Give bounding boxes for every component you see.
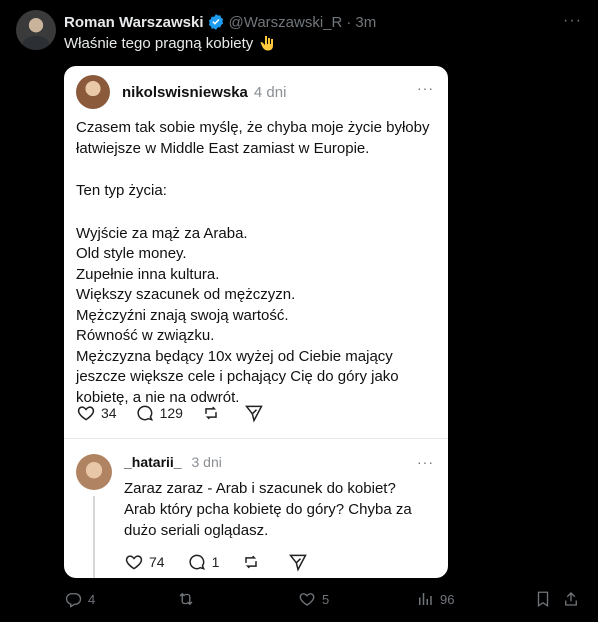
reply-time[interactable]: 3 dni	[191, 454, 221, 470]
thread-line	[93, 496, 95, 578]
views-count: 96	[440, 591, 455, 607]
reply-button[interactable]: 4	[64, 590, 95, 608]
reply-more-icon[interactable]: ···	[417, 454, 434, 470]
share-button[interactable]	[562, 590, 586, 608]
quoted-paragraph: Czasem tak sobie myślę, że chyba moje ży…	[76, 119, 430, 157]
quoted-more-icon[interactable]: ···	[417, 80, 434, 96]
heart-icon	[77, 406, 95, 421]
repost-icon	[179, 592, 193, 606]
send-icon	[244, 405, 263, 423]
share-button[interactable]	[288, 552, 313, 572]
quoted-post-card[interactable]: nikolswisniewska 4 dni ··· Czasem tak so…	[64, 66, 448, 578]
quoted-post-time[interactable]: 4 dni	[254, 84, 287, 101]
bookmark-icon	[537, 591, 549, 608]
tweet-action-bar: 4 5 96	[64, 588, 582, 612]
verified-badge-icon	[208, 14, 223, 30]
reply-count: 129	[159, 405, 183, 421]
quoted-post-body: Czasem tak sobie myślę, że chyba moje ży…	[76, 118, 436, 408]
quoted-actions: 34 129	[76, 403, 287, 423]
like-button[interactable]: 74	[124, 552, 165, 572]
quoted-user-avatar[interactable]	[76, 75, 110, 109]
like-count: 5	[322, 591, 330, 607]
views-button[interactable]: 96	[416, 590, 454, 608]
reply-user-avatar[interactable]	[76, 454, 112, 490]
quoted-line: Równość w związku.	[76, 327, 215, 344]
heart-icon	[125, 555, 143, 570]
quoted-user-name[interactable]: nikolswisniewska	[122, 84, 248, 101]
quoted-paragraph: Ten typ życia:	[76, 182, 167, 199]
tweet-time[interactable]: 3m	[355, 14, 376, 31]
repost-button[interactable]	[201, 403, 226, 423]
quoted-line: Mężczyźni znają swoją wartość.	[76, 306, 289, 324]
like-button[interactable]: 5	[298, 590, 329, 608]
comment-icon	[188, 554, 205, 570]
quoted-line: Wyjście za mąż za Araba.	[76, 224, 248, 242]
upload-icon	[565, 592, 577, 606]
like-button[interactable]: 34	[76, 403, 117, 423]
like-count: 34	[101, 405, 117, 421]
author-avatar[interactable]	[16, 10, 56, 50]
comment-icon	[65, 593, 82, 608]
reply-button[interactable]: 129	[135, 403, 183, 423]
reply-count: 4	[88, 591, 96, 607]
quoted-line: Mężczyzna będący 10x wyżej od Ciebie maj…	[76, 347, 399, 406]
reply-text: Zaraz zaraz - Arab i szacunek do kobiet?…	[124, 480, 412, 539]
quoted-post-header: nikolswisniewska 4 dni	[76, 72, 286, 112]
more-options-icon[interactable]: ···	[563, 12, 582, 30]
tweet-text-content: Właśnie tego pragną kobiety	[64, 35, 254, 52]
send-icon	[289, 554, 308, 572]
reply-count: 1	[211, 554, 220, 570]
reply-button[interactable]: 1	[187, 552, 220, 572]
author-handle[interactable]: @Warszawski_R	[229, 14, 343, 31]
comment-icon	[136, 405, 153, 421]
reply-actions: 74 1	[124, 552, 331, 572]
quoted-line: Większy szacunek od mężczyzn.	[76, 286, 296, 303]
author-name[interactable]: Roman Warszawski	[64, 14, 204, 31]
quoted-line: Zupełnie inna kultura.	[76, 265, 220, 283]
heart-icon	[299, 593, 315, 606]
bookmark-button[interactable]	[534, 590, 558, 608]
repost-button[interactable]	[177, 590, 201, 608]
reply-header: _hatarii_ 3 dni	[124, 454, 222, 470]
like-count: 74	[149, 554, 165, 570]
quoted-line: Old style money.	[76, 245, 187, 262]
pointing-down-emoji-icon	[260, 36, 274, 51]
repost-icon	[205, 406, 217, 420]
reply-user-name[interactable]: _hatarii_	[124, 454, 182, 470]
tweet-text: Właśnie tego pragną kobiety	[64, 35, 275, 52]
share-button[interactable]	[244, 403, 269, 423]
repost-icon	[245, 555, 258, 569]
divider	[64, 438, 448, 439]
repost-button[interactable]	[241, 552, 266, 572]
bar-chart-icon	[419, 593, 432, 605]
separator-dot: ·	[346, 13, 352, 31]
tweet-header: Roman Warszawski @Warszawski_R · 3m	[64, 12, 582, 32]
